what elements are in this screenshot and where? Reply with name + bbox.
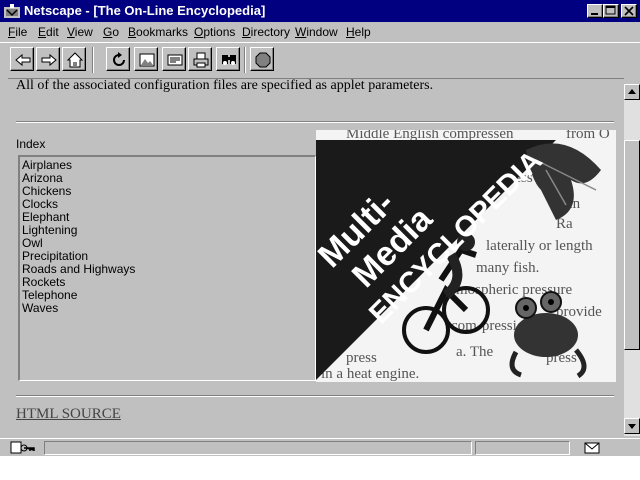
- banner-bg-text: a. The: [456, 344, 494, 360]
- horizontal-rule: [16, 121, 614, 123]
- security-key-icon: [10, 441, 40, 458]
- arrow-up-icon: [625, 88, 639, 102]
- menu-directory[interactable]: Directory: [242, 25, 290, 39]
- toolbar-divider: [92, 47, 94, 73]
- maximize-button[interactable]: [603, 4, 619, 18]
- list-item[interactable]: Waves: [22, 302, 315, 315]
- banner-bg-text: press: [346, 350, 377, 366]
- intro-text: All of the associated configuration file…: [16, 78, 434, 93]
- toolbar: [0, 42, 640, 76]
- arrow-down-icon: [625, 422, 639, 436]
- menu-view[interactable]: View: [67, 25, 93, 39]
- title-bar[interactable]: Netscape - [The On-Line Encyclopedia]: [0, 0, 640, 22]
- scroll-up-button[interactable]: [624, 84, 640, 100]
- list-item[interactable]: Lightening: [22, 224, 315, 237]
- open-button[interactable]: [162, 47, 186, 71]
- close-button[interactable]: [621, 4, 637, 18]
- stop-button[interactable]: [250, 47, 274, 71]
- encyclopedia-banner-image: Middle English compressen from O compres…: [316, 130, 616, 382]
- banner-bg-text: laterally or length: [486, 238, 593, 254]
- scroll-down-button[interactable]: [624, 418, 640, 434]
- banner-bg-text: many fish.: [476, 260, 539, 276]
- toolbar-divider: [244, 47, 246, 73]
- status-bar: [0, 438, 640, 456]
- browser-window: Netscape - [The On-Line Encyclopedia] Fi…: [0, 0, 640, 456]
- menu-bookmarks[interactable]: Bookmarks: [128, 25, 188, 39]
- print-button[interactable]: [188, 47, 212, 71]
- index-label: Index: [16, 137, 46, 151]
- page-content: All of the associated configuration file…: [8, 78, 624, 438]
- vertical-scrollbar[interactable]: [624, 84, 640, 436]
- banner-bg-text: from O: [566, 130, 610, 142]
- status-progress-pane: [475, 441, 570, 455]
- list-item[interactable]: Telephone: [22, 289, 315, 302]
- images-button[interactable]: [134, 47, 158, 71]
- horizontal-rule: [16, 395, 614, 397]
- menu-edit[interactable]: Edit: [38, 25, 59, 39]
- menu-file[interactable]: File: [8, 25, 27, 39]
- list-item[interactable]: Airplanes: [22, 159, 315, 172]
- menu-bar: File Edit View Go Bookmarks Options Dire…: [0, 22, 640, 42]
- window-title: Netscape - [The On-Line Encyclopedia]: [24, 3, 266, 18]
- banner-bg-text: in a heat engine.: [321, 366, 419, 382]
- reload-button[interactable]: [106, 47, 130, 71]
- minimize-button[interactable]: [587, 4, 603, 18]
- back-button[interactable]: [10, 47, 34, 71]
- netscape-logo-icon[interactable]: [4, 4, 20, 18]
- find-button[interactable]: [216, 47, 240, 71]
- home-button[interactable]: [62, 47, 86, 71]
- forward-button[interactable]: [36, 47, 60, 71]
- menu-help[interactable]: Help: [346, 25, 371, 39]
- list-item[interactable]: Chickens: [22, 185, 315, 198]
- scroll-thumb[interactable]: [624, 140, 640, 350]
- html-source-link[interactable]: HTML SOURCE: [16, 406, 121, 423]
- list-item[interactable]: Roads and Highways: [22, 263, 315, 276]
- mail-icon[interactable]: [584, 442, 600, 457]
- index-listbox[interactable]: Airplanes Arizona Chickens Clocks Elepha…: [18, 155, 316, 381]
- status-message-pane: [44, 441, 472, 455]
- menu-window[interactable]: Window: [295, 25, 338, 39]
- menu-options[interactable]: Options: [194, 25, 235, 39]
- menu-go[interactable]: Go: [103, 25, 119, 39]
